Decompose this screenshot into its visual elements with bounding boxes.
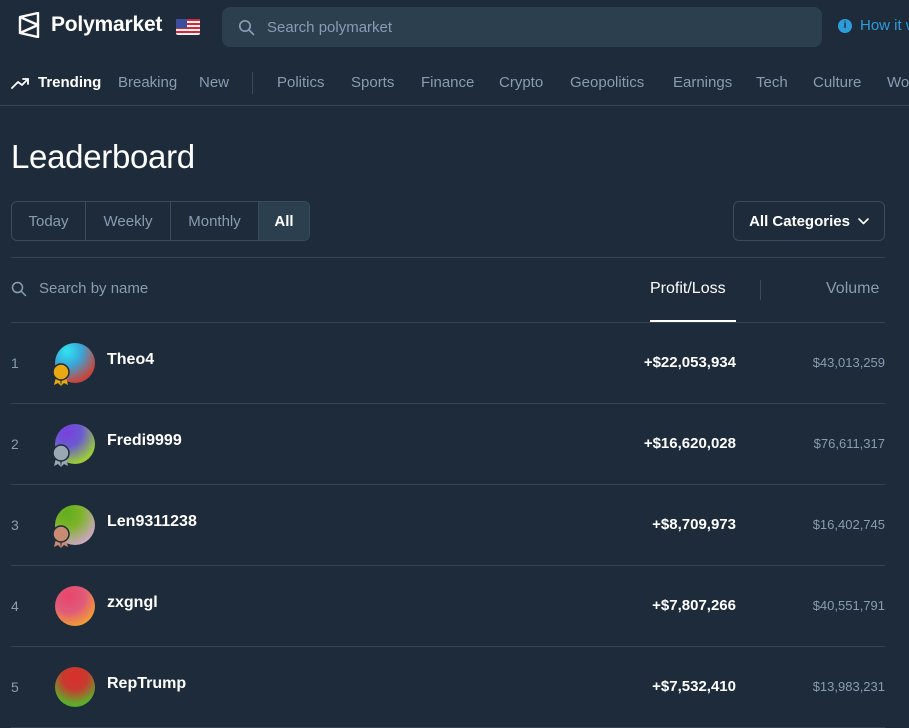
how-it-works-link[interactable]: i How it w <box>838 17 909 34</box>
tab-weekly[interactable]: Weekly <box>86 202 171 240</box>
page-title: Leaderboard <box>11 138 195 175</box>
polymarket-logo[interactable]: Polymarket <box>18 12 162 38</box>
nav-culture[interactable]: Culture <box>813 74 861 91</box>
category-dropdown-label: All Categories <box>749 212 850 230</box>
column-profit-loss[interactable]: Profit/Loss <box>650 280 726 298</box>
volume-value: $16,402,745 <box>812 517 885 532</box>
profit-loss-value: +$7,532,410 <box>652 678 736 695</box>
username[interactable]: Fredi9999 <box>107 432 182 450</box>
tab-today[interactable]: Today <box>12 202 86 240</box>
table-row[interactable]: 5 RepTrump +$7,532,410 $13,983,231 <box>11 647 885 728</box>
rank: 3 <box>11 517 19 533</box>
rank: 1 <box>11 355 19 371</box>
us-flag-icon[interactable] <box>176 19 200 35</box>
nav-geopolitics[interactable]: Geopolitics <box>570 74 644 91</box>
rank: 5 <box>11 679 19 695</box>
table-row[interactable]: 4 zxgngl +$7,807,266 $40,551,791 <box>11 566 885 647</box>
logo-text: Polymarket <box>51 13 163 36</box>
nav-divider <box>252 72 253 94</box>
search-icon <box>238 19 255 35</box>
profit-loss-value: +$8,709,973 <box>652 516 736 533</box>
bronze-medal-icon <box>52 525 70 548</box>
nav-finance[interactable]: Finance <box>421 74 474 91</box>
nav-crypto[interactable]: Crypto <box>499 74 543 91</box>
nav-tech[interactable]: Tech <box>756 74 788 91</box>
divider <box>11 257 885 258</box>
profit-loss-value: +$7,807,266 <box>652 597 736 614</box>
rank: 4 <box>11 598 19 614</box>
rank: 2 <box>11 436 19 452</box>
nav-earnings[interactable]: Earnings <box>673 74 732 91</box>
category-dropdown[interactable]: All Categories <box>733 201 885 241</box>
name-search-placeholder: Search by name <box>39 280 149 297</box>
username[interactable]: RepTrump <box>107 675 186 693</box>
nav-politics[interactable]: Politics <box>277 74 325 91</box>
avatar[interactable] <box>55 586 95 626</box>
username[interactable]: zxgngl <box>107 594 158 612</box>
username[interactable]: Theo4 <box>107 351 154 369</box>
table-row[interactable]: 2 Fredi9999 +$16,620,028 $76,611,317 <box>11 404 885 485</box>
search-placeholder: Search polymarket <box>267 18 393 36</box>
silver-medal-icon <box>52 444 70 467</box>
column-separator <box>760 280 761 300</box>
category-nav: Trending Breaking New Politics Sports Fi… <box>0 62 909 106</box>
how-it-works-label: How it w <box>860 17 909 34</box>
search-icon <box>11 281 27 296</box>
volume-value: $43,013,259 <box>812 355 885 370</box>
nav-new[interactable]: New <box>199 74 229 91</box>
volume-value: $76,611,317 <box>813 436 885 451</box>
tab-all[interactable]: All <box>259 202 309 240</box>
search-bar[interactable]: Search polymarket <box>222 7 822 47</box>
nav-world[interactable]: Wo <box>887 74 909 91</box>
gold-medal-icon <box>52 363 70 386</box>
table-row[interactable]: 1 Theo4 +$22,053,934 $43,013,259 <box>11 323 885 404</box>
profit-loss-value: +$16,620,028 <box>643 435 736 452</box>
name-search-input[interactable]: Search by name <box>11 280 148 297</box>
avatar[interactable] <box>55 667 95 707</box>
table-row[interactable]: 3 Len9311238 +$8,709,973 $16,402,745 <box>11 485 885 566</box>
time-period-tabs: Today Weekly Monthly All <box>11 201 310 241</box>
nav-trending-label: Trending <box>38 74 102 91</box>
tab-monthly[interactable]: Monthly <box>171 202 259 240</box>
nav-sports[interactable]: Sports <box>351 74 394 91</box>
volume-value: $40,551,791 <box>812 598 885 613</box>
username[interactable]: Len9311238 <box>107 513 197 531</box>
profit-loss-value: +$22,053,934 <box>643 354 736 371</box>
volume-value: $13,983,231 <box>812 679 885 694</box>
column-volume[interactable]: Volume <box>826 280 879 298</box>
chevron-down-icon <box>858 217 869 224</box>
trending-up-icon <box>11 77 29 89</box>
polymarket-logo-icon <box>18 12 40 38</box>
top-bar: Polymarket Search polymarket i How it w <box>0 0 909 56</box>
nav-trending[interactable]: Trending <box>11 74 101 91</box>
nav-breaking[interactable]: Breaking <box>118 74 177 91</box>
info-icon: i <box>838 18 852 33</box>
